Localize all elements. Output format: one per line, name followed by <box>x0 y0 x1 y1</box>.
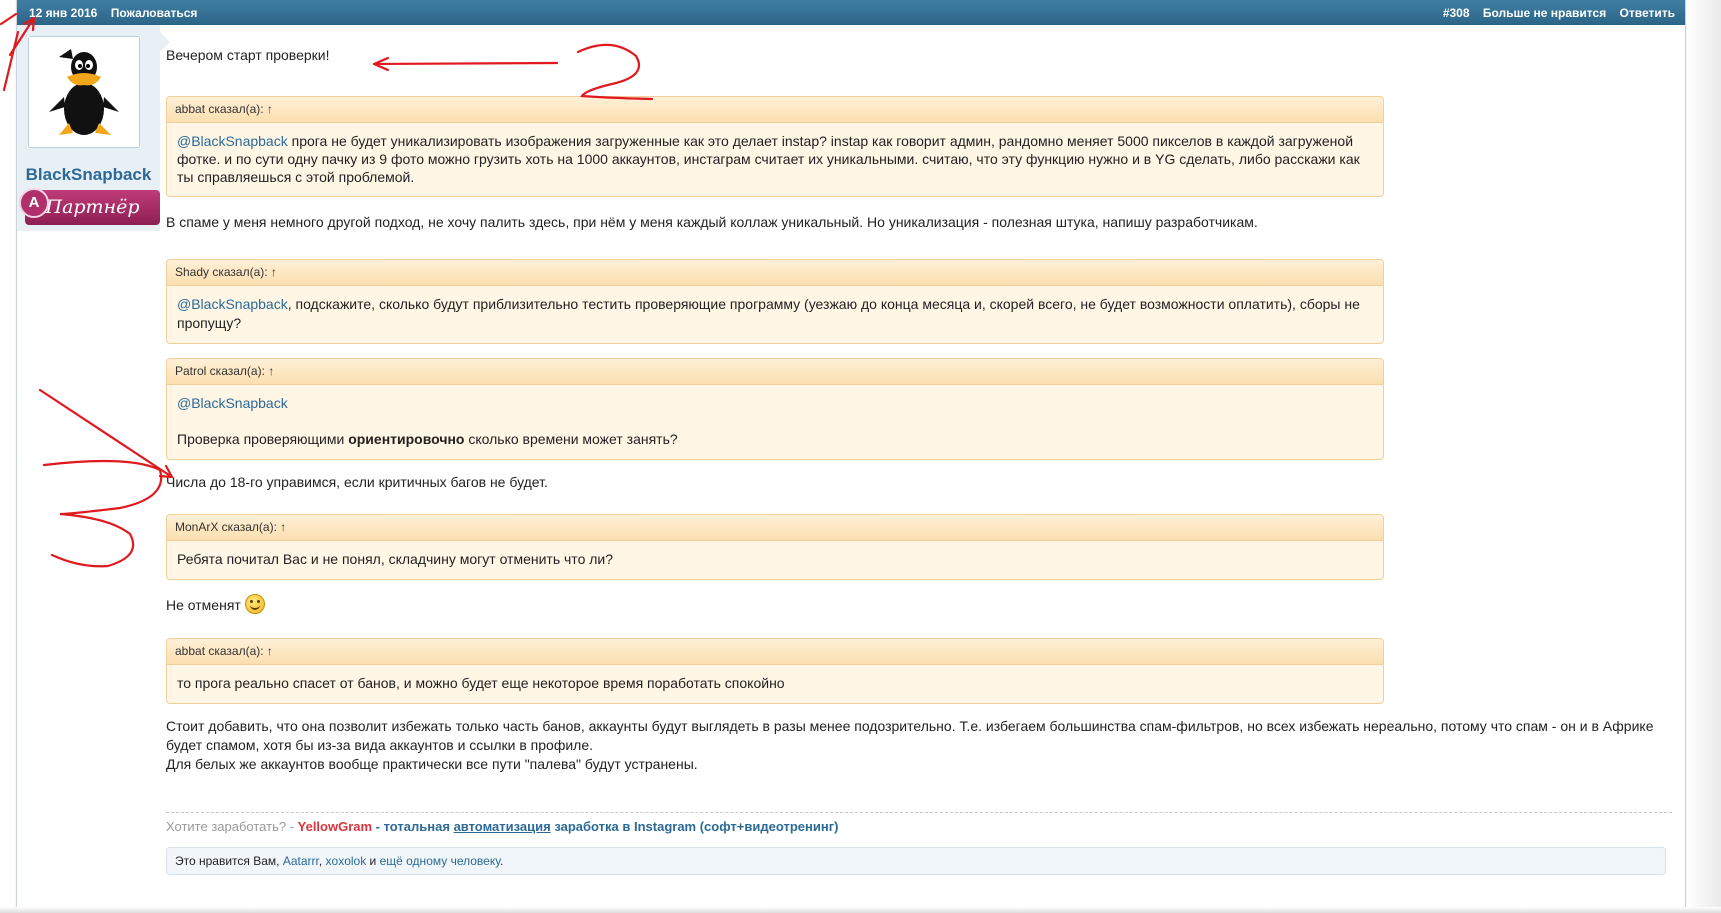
quote-monarx: MonArX сказал(а): ↑ Ребята почитал Вас и… <box>166 514 1384 580</box>
quote-author[interactable]: Shady сказал(а): ↑ <box>167 260 1383 286</box>
reply-link[interactable]: Ответить <box>1620 6 1675 20</box>
liker-link-1[interactable]: Aatarrr <box>283 854 319 868</box>
final-text-2: Для белых же аккаунтов вообще практическ… <box>166 756 698 772</box>
post-header-bar: 12 янв 2016 Пожаловаться #308 Больше не … <box>17 0 1685 25</box>
mention-link[interactable]: @BlackSnapback <box>177 296 288 312</box>
quote-content-b: сколько времени может занять? <box>464 431 678 447</box>
likes-end: . <box>500 854 504 868</box>
quote-content: прога не будет уникализировать изображен… <box>177 133 1360 185</box>
quote-bold: ориентировочно <box>348 431 465 447</box>
quote-content-a: Проверка проверяющими <box>177 431 349 447</box>
quote-shady: Shady сказал(а): ↑ @BlackSnapback, подск… <box>166 259 1384 344</box>
likes-summary: Это нравится Вам, Aatarrr, xoxolok и ещё… <box>166 847 1666 875</box>
reply-text-3: Числа до 18-го управимся, если критичных… <box>166 474 548 490</box>
more-likers-link[interactable]: ещё одному человеку <box>380 854 500 868</box>
signature: Хотите заработать? - YellowGram - тоталь… <box>166 812 1672 834</box>
likes-and: и <box>366 854 380 868</box>
username-link[interactable]: BlackSnapback <box>17 165 160 185</box>
mention-link[interactable]: @BlackSnapback <box>177 395 288 411</box>
quote-abbat-1: abbat сказал(а): ↑ @BlackSnapback прога … <box>166 96 1384 197</box>
quote-author[interactable]: abbat сказал(а): ↑ <box>167 97 1383 123</box>
avatar[interactable] <box>28 36 140 148</box>
quote-text: то прога реально спасет от банов, и можн… <box>177 675 785 691</box>
quote-author[interactable]: MonArX сказал(а): ↑ <box>167 515 1383 541</box>
quote-author[interactable]: abbat сказал(а): ↑ <box>167 639 1383 665</box>
liker-link-2[interactable]: xoxolok <box>326 854 367 868</box>
report-link[interactable]: Пожаловаться <box>111 6 198 20</box>
signature-mid: - тотальная <box>372 819 454 834</box>
automation-link[interactable]: автоматизация <box>454 819 551 834</box>
quote-abbat-2: abbat сказал(а): ↑ то прога реально спас… <box>166 638 1384 704</box>
quote-author[interactable]: Patrol сказал(а): ↑ <box>167 359 1383 385</box>
user-info-panel: BlackSnapback Партнёр A <box>17 25 160 231</box>
quote-text: @BlackSnapback, подскажите, сколько буду… <box>167 286 1383 343</box>
quote-content: , подскажите, сколько будут приблизитель… <box>177 296 1360 331</box>
likes-separator: , <box>318 854 326 868</box>
signature-tail: заработка в Instagram (софт+видеотренинг… <box>550 819 839 834</box>
post-number-link[interactable]: #308 <box>1443 6 1470 20</box>
partner-letter-badge: A <box>19 188 49 218</box>
likes-prefix: Это нравится Вам, <box>175 854 283 868</box>
reply-content: Не отменят <box>166 597 245 613</box>
final-text-1: Стоит добавить, что она позволит избежат… <box>166 718 1654 753</box>
duck-avatar-icon <box>29 37 139 147</box>
intro-text: Вечером старт проверки! <box>166 47 330 63</box>
reply-text-4: Не отменят <box>166 594 1676 615</box>
message-body: Вечером старт проверки! abbat сказал(а):… <box>166 40 1676 774</box>
quote-text: @BlackSnapback Проверка проверяющими ори… <box>167 385 1383 459</box>
mention-link[interactable]: @BlackSnapback <box>177 133 288 149</box>
post-date-link[interactable]: 12 янв 2016 <box>29 6 97 20</box>
signature-lead: Хотите заработать? - <box>166 819 298 834</box>
quote-text: Ребята почитал Вас и не понял, складчину… <box>177 551 614 567</box>
unlike-link[interactable]: Больше не нравится <box>1483 6 1606 20</box>
page-bottom-shadow <box>0 907 1721 913</box>
page-edge-shadow <box>1687 0 1721 913</box>
yellowgram-link[interactable]: YellowGram <box>298 819 372 834</box>
quote-patrol: Patrol сказал(а): ↑ @BlackSnapback Прове… <box>166 358 1384 460</box>
quote-text: @BlackSnapback прога не будет уникализир… <box>167 123 1383 196</box>
smiley-icon <box>244 594 265 614</box>
reply-text-1: В спаме у меня немного другой подход, не… <box>166 214 1258 230</box>
